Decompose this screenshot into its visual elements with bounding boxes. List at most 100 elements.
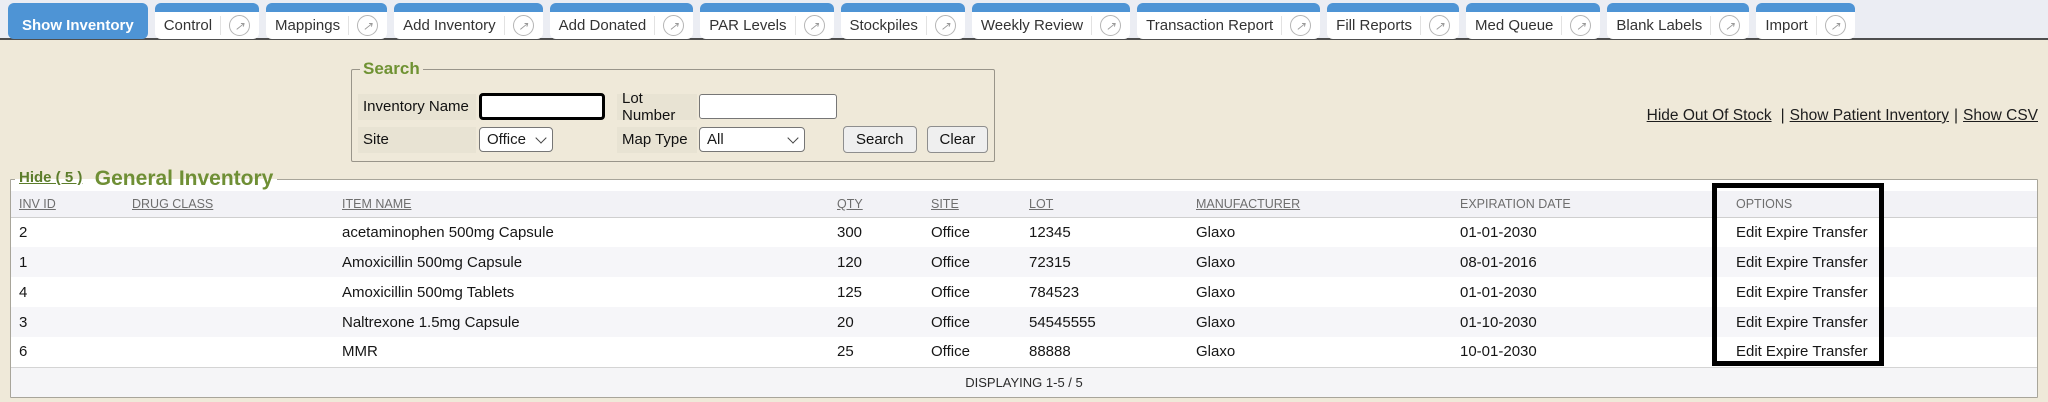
hide-count-link[interactable]: Hide ( 5 ) — [19, 169, 82, 186]
expire-link[interactable]: Expire — [1766, 314, 1809, 331]
lot-number-label: Lot Number — [617, 94, 697, 120]
tab-mappings[interactable]: Mappings ↗ — [266, 3, 387, 39]
tab-show-inventory[interactable]: Show Inventory — [8, 3, 148, 39]
open-new-window-icon[interactable]: ↗ — [357, 15, 378, 36]
tab-med-queue[interactable]: Med Queue ↗ — [1466, 3, 1600, 39]
tab-cap — [266, 3, 387, 12]
column-header-expiration-date: EXPIRATION DATE — [1452, 191, 1728, 217]
edit-link[interactable]: Edit — [1736, 284, 1762, 301]
open-new-window-icon[interactable]: ↗ — [1100, 15, 1121, 36]
tab-divider — [1091, 16, 1092, 35]
open-new-window-icon[interactable]: ↗ — [513, 15, 534, 36]
link-separator: | — [1954, 107, 1958, 124]
edit-link[interactable]: Edit — [1736, 254, 1762, 271]
tab-add-inventory[interactable]: Add Inventory ↗ — [394, 3, 543, 39]
tab-blank-labels[interactable]: Blank Labels ↗ — [1607, 3, 1749, 39]
edit-link[interactable]: Edit — [1736, 343, 1762, 360]
open-new-window-icon[interactable]: ↗ — [663, 15, 684, 36]
tab-label: Stockpiles — [850, 17, 918, 34]
search-button[interactable]: Search — [843, 126, 917, 153]
tab-divider — [1281, 16, 1282, 35]
open-new-window-icon[interactable]: ↗ — [1429, 15, 1450, 36]
column-header-inv-id[interactable]: INV ID — [11, 191, 124, 217]
cell-item-name: MMR — [334, 337, 829, 367]
paging-status: DISPLAYING 1-5 / 5 — [11, 367, 2037, 397]
transfer-link[interactable]: Transfer — [1812, 284, 1867, 301]
edit-link[interactable]: Edit — [1736, 314, 1762, 331]
expire-link[interactable]: Expire — [1766, 254, 1809, 271]
column-header-manufacturer[interactable]: MANUFACTURER — [1188, 191, 1452, 217]
show-patient-inventory-link[interactable]: Show Patient Inventory — [1790, 107, 1949, 124]
column-header-item-name[interactable]: ITEM NAME — [334, 191, 829, 217]
cell-manufacturer: Glaxo — [1188, 307, 1452, 337]
expire-link[interactable]: Expire — [1766, 343, 1809, 360]
column-header-drug-class[interactable]: DRUG CLASS — [124, 191, 334, 217]
tab-divider — [926, 16, 927, 35]
site-select[interactable]: Office — [479, 127, 553, 152]
open-new-window-icon[interactable]: ↗ — [1570, 15, 1591, 36]
tab-cap — [700, 3, 833, 12]
clear-button[interactable]: Clear — [927, 126, 989, 153]
cell-expiration-date: 10-01-2030 — [1452, 337, 1728, 367]
arrow-up-right-glyph: ↗ — [1106, 20, 1116, 32]
column-header-lot[interactable]: LOT — [1021, 191, 1188, 217]
table-row: 4 Amoxicillin 500mg Tablets 125 Office 7… — [11, 277, 2037, 307]
lot-number-input[interactable] — [699, 94, 837, 119]
transfer-link[interactable]: Transfer — [1812, 314, 1867, 331]
tab-transaction-report[interactable]: Transaction Report ↗ — [1137, 3, 1320, 39]
tab-stockpiles[interactable]: Stockpiles ↗ — [841, 3, 965, 39]
transfer-link[interactable]: Transfer — [1812, 343, 1867, 360]
hide-out-of-stock-link[interactable]: Hide Out Of Stock — [1647, 107, 1772, 124]
tab-par-levels[interactable]: PAR Levels ↗ — [700, 3, 833, 39]
cell-expiration-date: 01-01-2030 — [1452, 217, 1728, 247]
tab-weekly-review[interactable]: Weekly Review ↗ — [972, 3, 1130, 39]
arrow-up-right-glyph: ↗ — [1725, 20, 1735, 32]
tab-control[interactable]: Control ↗ — [155, 3, 259, 39]
arrow-up-right-glyph: ↗ — [1830, 20, 1840, 32]
edit-link[interactable]: Edit — [1736, 224, 1762, 241]
map-type-select[interactable]: All — [699, 127, 805, 152]
tab-cap — [1466, 3, 1600, 12]
open-new-window-icon[interactable]: ↗ — [804, 15, 825, 36]
tab-divider — [654, 16, 655, 35]
cell-item-name: Amoxicillin 500mg Tablets — [334, 277, 829, 307]
tab-label: Med Queue — [1475, 17, 1553, 34]
tab-add-donated[interactable]: Add Donated ↗ — [550, 3, 694, 39]
open-new-window-icon[interactable]: ↗ — [1719, 15, 1740, 36]
transfer-link[interactable]: Transfer — [1812, 254, 1867, 271]
cell-expiration-date: 08-01-2016 — [1452, 247, 1728, 277]
expire-link[interactable]: Expire — [1766, 224, 1809, 241]
cell-inv-id: 2 — [11, 217, 124, 247]
cell-manufacturer: Glaxo — [1188, 337, 1452, 367]
cell-filler — [1875, 307, 2037, 337]
tab-label: Add Inventory — [403, 17, 496, 34]
tab-label: Fill Reports — [1336, 17, 1412, 34]
search-row-1: Inventory Name Lot Number — [358, 93, 988, 120]
cell-qty: 25 — [829, 337, 923, 367]
cell-manufacturer: Glaxo — [1188, 217, 1452, 247]
transfer-link[interactable]: Transfer — [1812, 224, 1867, 241]
tab-label: Mappings — [275, 17, 340, 34]
table-row: 2 acetaminophen 500mg Capsule 300 Office… — [11, 217, 2037, 247]
open-new-window-icon[interactable]: ↗ — [229, 15, 250, 36]
arrow-up-right-glyph: ↗ — [235, 20, 245, 32]
tab-divider — [795, 16, 796, 35]
tab-import[interactable]: Import ↗ — [1756, 3, 1855, 39]
expire-link[interactable]: Expire — [1766, 284, 1809, 301]
show-csv-link[interactable]: Show CSV — [1963, 107, 2038, 124]
column-header-site[interactable]: SITE — [923, 191, 1021, 217]
tab-cap — [841, 3, 965, 12]
open-new-window-icon[interactable]: ↗ — [1290, 15, 1311, 36]
cell-manufacturer: Glaxo — [1188, 277, 1452, 307]
open-new-window-icon[interactable]: ↗ — [1825, 15, 1846, 36]
inventory-name-input[interactable] — [479, 93, 605, 120]
tab-cap — [394, 3, 543, 12]
tab-fill-reports[interactable]: Fill Reports ↗ — [1327, 3, 1459, 39]
cell-manufacturer: Glaxo — [1188, 247, 1452, 277]
tab-cap — [1137, 3, 1320, 12]
column-header-options: OPTIONS — [1728, 191, 1875, 217]
column-header-qty[interactable]: QTY — [829, 191, 923, 217]
tab-label: PAR Levels — [709, 17, 786, 34]
tab-divider — [1816, 16, 1817, 35]
open-new-window-icon[interactable]: ↗ — [935, 15, 956, 36]
